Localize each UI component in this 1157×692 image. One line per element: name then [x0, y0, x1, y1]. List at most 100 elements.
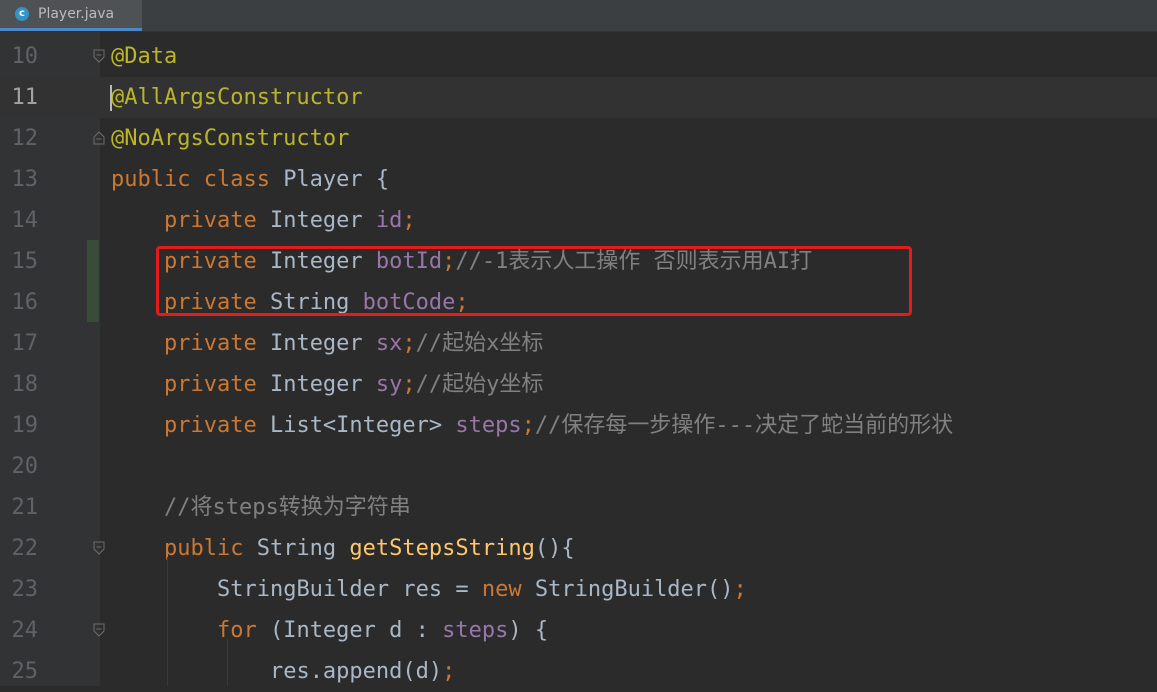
line-number[interactable]: 11	[0, 77, 39, 118]
tab-label: Player.java	[38, 6, 115, 22]
tab-player-java[interactable]: c Player.java	[0, 0, 142, 31]
line-number[interactable]: 12	[0, 118, 39, 159]
code-line[interactable]: 24 for (Integer d : steps) {	[0, 610, 1157, 651]
code-text[interactable]: //将steps转换为字符串	[111, 487, 411, 528]
class-icon: c	[15, 7, 29, 21]
code-token: public class	[111, 167, 284, 192]
code-text[interactable]: for (Integer d : steps) {	[111, 610, 548, 651]
text-caret	[110, 85, 112, 111]
code-token: //保存每一步操作---决定了蛇当前的形状	[534, 413, 954, 438]
line-number[interactable]: 23	[0, 569, 39, 610]
code-token: Integer	[269, 208, 376, 233]
fold-toggle-icon[interactable]	[92, 541, 106, 557]
code-text[interactable]: @NoArgsConstructor	[111, 118, 349, 159]
code-token: ;	[442, 659, 456, 684]
code-token: ;	[521, 413, 535, 438]
code-line[interactable]: 11 @AllArgsConstructor	[0, 77, 1157, 118]
line-number[interactable]: 13	[0, 159, 39, 200]
code-token: Integer	[269, 331, 376, 356]
code-token: private	[163, 413, 270, 438]
code-text[interactable]: private List<Integer> steps;//保存每一步操作---…	[111, 405, 953, 446]
code-token: @NoArgsConstructor	[111, 126, 350, 151]
code-token: //将steps转换为字符串	[163, 495, 411, 520]
code-token: //起始y坐标	[415, 372, 544, 397]
code-token: Player {	[283, 167, 390, 192]
code-token: (){	[534, 536, 575, 561]
code-token: List<Integer>	[269, 413, 456, 438]
line-number[interactable]: 17	[0, 323, 39, 364]
code-line[interactable]: 10 @Data	[0, 36, 1157, 77]
code-token: getStepsString	[349, 536, 535, 561]
code-token: for	[216, 618, 270, 643]
code-token: String	[256, 536, 350, 561]
code-token: res.append(d)	[269, 659, 443, 684]
code-text[interactable]: private Integer sx;//起始x坐标	[111, 323, 543, 364]
code-line[interactable]: 17 private Integer sx;//起始x坐标	[0, 323, 1157, 364]
line-number[interactable]: 15	[0, 241, 39, 282]
code-token: private	[163, 208, 270, 233]
code-token: private	[163, 331, 270, 356]
code-token: @AllArgsConstructor	[111, 85, 363, 110]
code-line[interactable]: 12 @NoArgsConstructor	[0, 118, 1157, 159]
code-text[interactable]: private Integer sy;//起始y坐标	[111, 364, 543, 405]
code-token: StringBuilder res =	[216, 577, 482, 602]
code-editor[interactable]: 10 @Data 11 @AllArgsConstructor 12 @NoArgsCon…	[0, 32, 1157, 686]
code-line[interactable]: 18 private Integer sy;//起始y坐标	[0, 364, 1157, 405]
line-number[interactable]: 21	[0, 487, 39, 528]
code-text[interactable]: private Integer id;	[111, 200, 416, 241]
code-line[interactable]: 19 private List<Integer> steps;//保存每一步操作…	[0, 405, 1157, 446]
code-token: StringBuilder()	[534, 577, 734, 602]
line-number[interactable]: 14	[0, 200, 39, 241]
line-number[interactable]: 20	[0, 446, 39, 487]
code-token: ;	[402, 331, 416, 356]
code-token: ;	[402, 372, 416, 397]
code-token: new	[481, 577, 535, 602]
code-text[interactable]: @AllArgsConstructor	[111, 77, 363, 118]
fold-toggle-icon[interactable]	[92, 49, 106, 65]
line-number[interactable]: 10	[0, 36, 39, 77]
code-token: @Data	[111, 44, 178, 69]
code-token: private	[163, 372, 270, 397]
highlight-annotation-box	[156, 246, 912, 316]
code-token: steps	[442, 618, 509, 643]
code-text[interactable]: public class Player {	[111, 159, 389, 200]
code-text[interactable]: StringBuilder res = new StringBuilder();	[111, 569, 747, 610]
code-token: ;	[402, 208, 416, 233]
line-number[interactable]: 18	[0, 364, 39, 405]
code-line[interactable]: 21 //将steps转换为字符串	[0, 487, 1157, 528]
code-line[interactable]: 14 private Integer id;	[0, 200, 1157, 241]
code-line[interactable]: 13 public class Player {	[0, 159, 1157, 200]
fold-toggle-icon[interactable]	[92, 131, 106, 147]
editor-tab-bar: c Player.java	[0, 0, 1157, 32]
code-token: ) {	[508, 618, 549, 643]
code-text[interactable]: @Data	[111, 36, 177, 77]
line-number[interactable]: 16	[0, 282, 39, 323]
code-line[interactable]: 20	[0, 446, 1157, 487]
code-token: id	[375, 208, 403, 233]
code-token: sy	[375, 372, 403, 397]
indent-guide	[167, 557, 168, 686]
code-line[interactable]: 22 public String getStepsString(){	[0, 528, 1157, 569]
line-number[interactable]: 22	[0, 528, 39, 569]
code-token: //起始x坐标	[415, 331, 544, 356]
code-text[interactable]: public String getStepsString(){	[111, 528, 575, 569]
code-token: public	[163, 536, 257, 561]
line-number[interactable]: 24	[0, 610, 39, 651]
line-number[interactable]: 19	[0, 405, 39, 446]
code-token: Integer	[269, 372, 376, 397]
fold-toggle-icon[interactable]	[92, 623, 106, 639]
code-token: steps	[455, 413, 522, 438]
code-token: sx	[375, 331, 403, 356]
code-token: (Integer d :	[269, 618, 443, 643]
code-token: ;	[733, 577, 747, 602]
code-line[interactable]: 23 StringBuilder res = new StringBuilder…	[0, 569, 1157, 610]
